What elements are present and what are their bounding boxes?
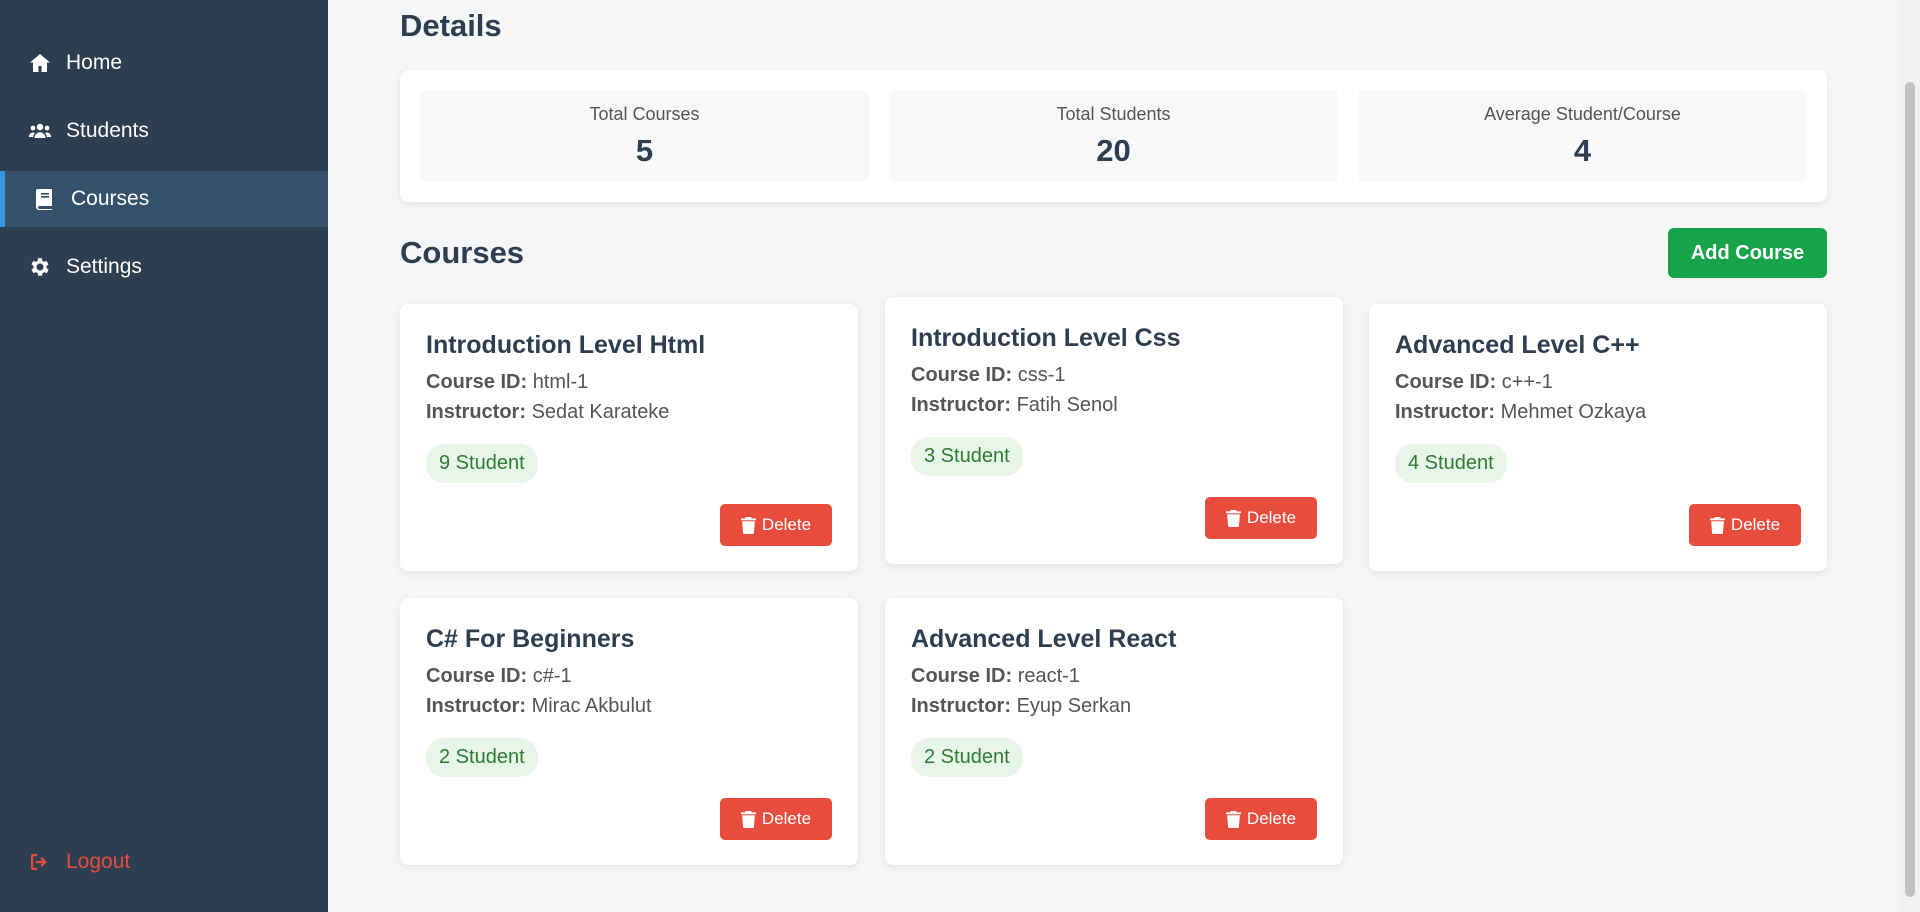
course-instructor: Instructor: Sedat Karateke [426, 402, 832, 422]
instructor-value: Sedat Karateke [531, 401, 670, 423]
sidebar-item-settings[interactable]: Settings [0, 239, 328, 295]
course-id-value: c++-1 [1501, 371, 1553, 393]
delete-label: Delete [761, 809, 812, 828]
sidebar-item-label: Settings [66, 255, 142, 278]
delete-button[interactable]: Delete [1205, 798, 1317, 840]
instructor-value: Mehmet Ozkaya [1500, 401, 1647, 423]
scrollbar-thumb[interactable] [1905, 82, 1915, 897]
course-title: Introduction Level Css [911, 324, 1181, 352]
instructor-label: Instructor: [426, 401, 526, 423]
student-count-badge: 2 Student [911, 738, 1023, 777]
instructor-value: Eyup Serkan [1016, 695, 1132, 717]
trash-icon [1225, 810, 1241, 828]
sidebar-nav: Home Students Courses Settings [0, 35, 328, 307]
course-card: Advanced Level React Course ID: react-1 … [885, 598, 1343, 865]
sidebar-item-label: Students [66, 119, 149, 142]
details-title: Details [400, 8, 502, 43]
logout-label: Logout [66, 850, 131, 873]
delete-button[interactable]: Delete [720, 504, 832, 546]
course-id: Course ID: react-1 [911, 666, 1317, 686]
course-instructor: Instructor: Fatih Senol [911, 395, 1317, 415]
trash-icon [740, 516, 756, 534]
home-icon [30, 54, 50, 72]
vertical-scrollbar[interactable] [1900, 0, 1920, 912]
course-id-label: Course ID: [426, 665, 528, 687]
stat-value: 5 [635, 133, 654, 168]
course-id-value: html-1 [532, 371, 589, 393]
instructor-value: Mirac Akbulut [531, 695, 652, 717]
stat-total-courses: Total Courses 5 [420, 90, 869, 182]
course-id-value: c#-1 [532, 665, 572, 687]
course-card: C# For Beginners Course ID: c#-1 Instruc… [400, 598, 858, 865]
trash-icon [1709, 516, 1725, 534]
student-count-badge: 3 Student [911, 437, 1023, 476]
student-count-badge: 9 Student [426, 444, 538, 483]
trash-icon [740, 810, 756, 828]
course-id: Course ID: c#-1 [426, 666, 832, 686]
course-title: Advanced Level React [911, 625, 1177, 653]
course-id-label: Course ID: [911, 364, 1013, 386]
instructor-label: Instructor: [426, 695, 526, 717]
stat-label: Average Student/Course [1484, 104, 1681, 124]
courses-title: Courses [400, 235, 525, 270]
sidebar-item-label: Home [66, 51, 123, 74]
delete-button[interactable]: Delete [1205, 497, 1317, 539]
delete-label: Delete [1246, 508, 1297, 527]
course-id-label: Course ID: [1395, 371, 1497, 393]
sidebar-item-students[interactable]: Students [0, 103, 328, 159]
course-id-value: react-1 [1017, 665, 1080, 687]
course-title: Introduction Level Html [426, 331, 706, 359]
course-card: Introduction Level Html Course ID: html-… [400, 304, 858, 571]
course-instructor: Instructor: Mehmet Ozkaya [1395, 402, 1801, 422]
stat-value: 4 [1573, 133, 1592, 168]
delete-label: Delete [1246, 809, 1297, 828]
instructor-label: Instructor: [911, 394, 1011, 416]
course-id: Course ID: html-1 [426, 372, 832, 392]
delete-label: Delete [1730, 515, 1781, 534]
course-card: Advanced Level C++ Course ID: c++-1 Inst… [1369, 304, 1827, 571]
course-title: Advanced Level C++ [1395, 331, 1640, 359]
logout-icon [31, 854, 47, 870]
student-count-badge: 4 Student [1395, 444, 1507, 483]
stat-total-students: Total Students 20 [889, 90, 1338, 182]
logout-button[interactable]: Logout [28, 850, 130, 874]
instructor-label: Instructor: [911, 695, 1011, 717]
course-card: Introduction Level Css Course ID: css-1 … [885, 297, 1343, 564]
sidebar-item-label: Courses [71, 187, 150, 210]
users-icon [28, 123, 52, 138]
course-id-label: Course ID: [426, 371, 528, 393]
course-id: Course ID: css-1 [911, 365, 1317, 385]
course-id-label: Course ID: [911, 665, 1013, 687]
student-count-badge: 2 Student [426, 738, 538, 777]
instructor-value: Fatih Senol [1016, 394, 1118, 416]
stat-label: Total Students [1056, 104, 1171, 124]
stat-label: Total Courses [589, 104, 700, 124]
stat-value: 20 [1096, 133, 1131, 168]
course-instructor: Instructor: Eyup Serkan [911, 696, 1317, 716]
add-course-button[interactable]: Add Course [1668, 228, 1827, 278]
delete-label: Delete [761, 515, 812, 534]
stat-average: Average Student/Course 4 [1358, 90, 1807, 182]
course-id-value: css-1 [1017, 364, 1066, 386]
trash-icon [1225, 509, 1241, 527]
course-id: Course ID: c++-1 [1395, 372, 1801, 392]
sidebar-item-courses[interactable]: Courses [0, 171, 328, 227]
course-instructor: Instructor: Mirac Akbulut [426, 696, 832, 716]
delete-button[interactable]: Delete [1689, 504, 1801, 546]
instructor-label: Instructor: [1395, 401, 1495, 423]
course-title: C# For Beginners [426, 625, 635, 653]
stats-card: Total Courses 5 Total Students 20 Averag… [400, 70, 1827, 202]
gear-icon [31, 258, 49, 276]
delete-button[interactable]: Delete [720, 798, 832, 840]
sidebar: Home Students Courses Settings Logout [0, 0, 328, 912]
book-icon [36, 189, 52, 210]
sidebar-item-home[interactable]: Home [0, 35, 328, 91]
